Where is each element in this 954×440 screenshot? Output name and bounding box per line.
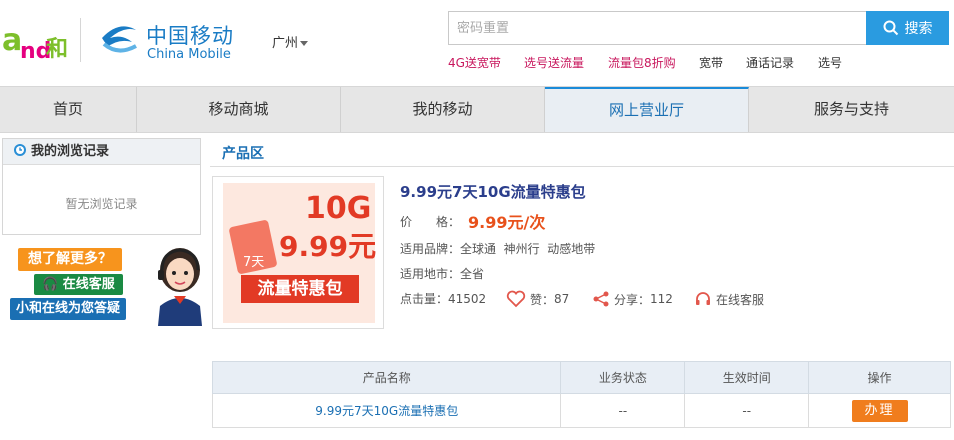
quick-link-4g-broadband[interactable]: 4G送宽带 [448, 54, 501, 71]
product-image-days: 7天 [243, 255, 265, 270]
search-input[interactable] [449, 12, 866, 44]
product-image-price: 9.99元 [279, 230, 377, 263]
headset-icon: 🎧 [42, 277, 59, 292]
area-row: 适用地市：全省 [400, 265, 484, 282]
browsing-history-panel: 我的浏览记录 暂无浏览记录 [2, 138, 201, 235]
click-count-value: 41502 [448, 291, 487, 306]
product-image-data-amount: 10G [305, 191, 372, 226]
nav-online-hall[interactable]: 网上营业厅 [545, 87, 749, 132]
area-value: 全省 [460, 267, 485, 281]
row-effective-time: -- [684, 393, 810, 428]
quick-link-choose-number[interactable]: 选号 [818, 54, 842, 71]
search-button[interactable]: 搜索 [866, 11, 949, 45]
like-count: 87 [554, 292, 570, 306]
brand-row: 适用品牌：全球通 神州行 动感地带 [400, 240, 595, 257]
svg-text:和: 和 [46, 37, 68, 62]
search-button-label: 搜索 [904, 21, 933, 37]
nav-mall[interactable]: 移动商城 [137, 87, 341, 132]
logo-divider [80, 18, 81, 62]
like-button[interactable]: 赞： 87 [506, 290, 569, 308]
price-value: 9.99元/次 [468, 213, 546, 232]
city-selector[interactable]: 广州 [272, 32, 309, 51]
area-label: 适用地市： [400, 267, 461, 281]
quick-link-data-discount[interactable]: 流量包8折购 [608, 54, 676, 71]
share-icon [593, 291, 609, 307]
history-empty-text: 暂无浏览记录 [65, 197, 138, 211]
online-service-label: 在线客服 [716, 292, 765, 307]
quick-link-number-data[interactable]: 选号送流量 [524, 54, 584, 71]
quick-link-call-records[interactable]: 通话记录 [746, 54, 794, 71]
row-status: -- [560, 393, 686, 428]
heart-icon [506, 290, 526, 308]
city-label: 广州 [272, 36, 299, 51]
and-logo[interactable]: a nd 和 [2, 18, 72, 64]
price-label: 价 格： [400, 215, 461, 229]
click-count-label: 点击量： [400, 292, 449, 306]
nav-my-mobile[interactable]: 我的移动 [341, 87, 545, 132]
share-count: 112 [650, 292, 673, 306]
search-box [448, 11, 866, 45]
banner-line2-text: 在线客服 [62, 277, 115, 292]
section-divider [210, 166, 954, 167]
main-nav: 首页 移动商城 我的移动 网上营业厅 服务与支持 [0, 86, 954, 133]
product-table: 产品名称 业务状态 生效时间 操作 9.99元7天10G流量特惠包 -- -- … [211, 361, 951, 428]
china-mobile-emblem-icon [102, 26, 137, 53]
online-service-link[interactable]: 在线客服 [694, 290, 764, 308]
banner-line-learn-more: 想了解更多？ [18, 248, 122, 271]
brand-value: 全球通 神州行 动感地带 [460, 242, 596, 256]
nav-service-support[interactable]: 服务与支持 [749, 87, 954, 132]
table-row: 9.99元7天10G流量特惠包 -- -- 办理 [211, 393, 951, 428]
china-mobile-logo[interactable]: 中国移动 China Mobile [96, 16, 241, 66]
brand-label: 适用品牌： [400, 242, 461, 256]
banner-line-online-service: 🎧 在线客服 [34, 274, 123, 295]
click-count: 点击量： 41502 [400, 290, 486, 307]
history-header: 我的浏览记录 [3, 139, 200, 165]
header: a nd 和 中国移动 China Mobile 广州 搜索 4G送宽带 选号送… [0, 0, 954, 86]
banner-line-answer: 小和在线为您答疑 [10, 298, 127, 320]
history-title: 我的浏览记录 [31, 144, 110, 159]
apply-button[interactable]: 办理 [851, 399, 908, 422]
product-image-band: 流量特惠包 [241, 275, 359, 303]
online-service-banner[interactable]: 想了解更多？ 🎧 在线客服 小和在线为您答疑 [2, 242, 209, 328]
col-product-name: 产品名称 [211, 361, 562, 394]
brand-name-en: China Mobile [147, 47, 231, 62]
row-action-cell: 办理 [808, 393, 951, 428]
table-header-row: 产品名称 业务状态 生效时间 操作 [211, 361, 951, 394]
col-effective-time: 生效时间 [684, 361, 810, 394]
nav-home[interactable]: 首页 [0, 87, 137, 132]
chevron-down-icon [300, 41, 309, 46]
product-section-title: 产品区 [222, 146, 264, 162]
clock-icon [14, 144, 26, 156]
col-status: 业务状态 [560, 361, 686, 394]
product-name[interactable]: 9.99元7天10G流量特惠包 [400, 181, 586, 202]
service-agent-avatar-icon [158, 248, 202, 326]
product-image[interactable]: 10G 9.99元 7天 流量特惠包 [212, 176, 384, 329]
quick-link-broadband[interactable]: 宽带 [699, 54, 723, 71]
like-label: 赞： [530, 292, 555, 307]
row-product-name[interactable]: 9.99元7天10G流量特惠包 [211, 393, 562, 428]
share-button[interactable]: 分享： 112 [592, 290, 673, 308]
search-icon [883, 20, 898, 36]
col-action: 操作 [808, 361, 951, 394]
headset-icon [696, 292, 710, 305]
brand-name-cn: 中国移动 [146, 24, 234, 48]
share-label: 分享： [614, 292, 651, 307]
